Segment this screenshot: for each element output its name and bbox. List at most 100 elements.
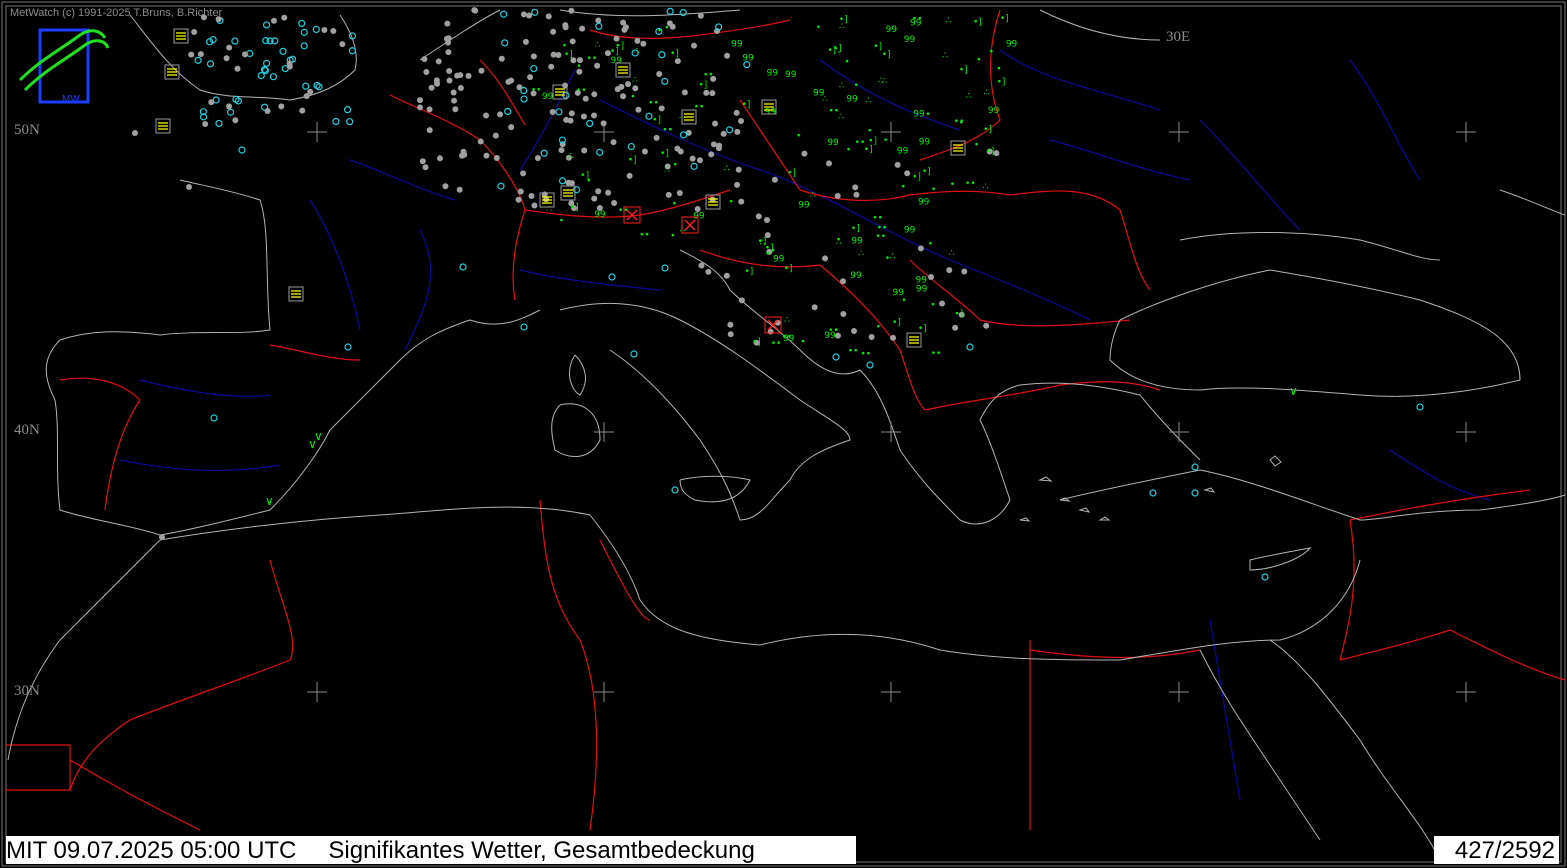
- cloud-cover-icon: [234, 65, 241, 72]
- drizzle-symbol-icon: ••: [828, 106, 839, 116]
- clear-sky-icon: [586, 119, 594, 128]
- drizzle-symbol-icon: 99: [798, 200, 810, 210]
- cloud-cover-icon: [851, 327, 858, 334]
- cloud-cover-icon: [621, 26, 628, 33]
- cloud-cover-icon: [595, 188, 602, 195]
- clear-sky-icon: [263, 59, 271, 67]
- cloud-cover-icon: [527, 74, 534, 81]
- rain-shower-symbol-icon: ∨: [308, 437, 317, 451]
- drizzle-symbol-icon: •]: [864, 145, 873, 155]
- cloud-cover-icon: [307, 88, 314, 95]
- drizzle-symbol-icon: 99: [893, 288, 905, 298]
- weather-map[interactable]: MW ∴•]•••∴••••99•••99•]•••]•••]•]99∴99∴9…: [0, 0, 1567, 868]
- clear-sky-icon: [313, 81, 321, 90]
- cloud-cover-icon: [433, 77, 440, 84]
- cloud-cover-icon: [618, 83, 625, 90]
- grid-label-30n: 30N: [14, 683, 40, 699]
- drizzle-symbol-icon: ••: [931, 349, 942, 359]
- cloud-cover-icon: [625, 81, 632, 88]
- clear-sky-icon: [866, 361, 874, 369]
- cloud-cover-icon: [681, 89, 688, 96]
- cloud-cover-icon: [478, 67, 485, 74]
- weather-map-window: MW ∴ •] • •• ∴ •• • • 99 • • • 99 •] •• •] •• •] •] 99 ∴ 99 ∴ 9…: [0, 0, 1567, 868]
- drizzle-symbol-icon: •: [950, 180, 955, 190]
- drizzle-symbol-icon: •: [586, 176, 591, 186]
- cloud-cover-icon: [492, 132, 499, 139]
- cloud-cover-icon: [580, 113, 587, 120]
- drizzle-symbol-icon: •]: [833, 44, 842, 54]
- drizzle-symbol-icon: 99: [765, 107, 777, 117]
- drizzle-symbol-icon: •: [576, 62, 581, 72]
- cloud-cover-icon: [299, 107, 306, 114]
- drizzle-symbol-icon: •: [672, 199, 677, 209]
- drizzle-symbol-icon: ∴: [858, 249, 864, 259]
- cloud-cover-icon: [710, 141, 717, 148]
- copyright-credit: MetWatch (c) 1991-2025 T.Bruns, B.Richte…: [10, 7, 223, 19]
- cloud-cover-icon: [197, 51, 204, 58]
- drizzle-symbol-icon: •: [931, 300, 936, 310]
- cloud-cover-icon: [226, 103, 233, 110]
- clear-sky-icon: [343, 106, 352, 114]
- clear-sky-icon: [679, 9, 687, 17]
- drizzle-symbol-icon: •]: [851, 224, 860, 234]
- drizzle-symbol-icon: 99: [904, 35, 916, 45]
- cloud-cover-icon: [456, 186, 463, 193]
- cloud-cover-icon: [548, 63, 555, 70]
- drizzle-symbol-icon: ∴: [634, 47, 640, 57]
- drizzle-symbol-icon: ••: [848, 346, 859, 356]
- cloud-cover-icon: [472, 7, 479, 14]
- drizzle-symbol-icon: •]: [670, 49, 679, 59]
- drizzle-symbol-icon: ∴: [839, 22, 845, 32]
- drizzle-symbol-icon: ∴: [984, 88, 990, 98]
- fog-symbol-icon: [909, 336, 919, 344]
- cloud-cover-icon: [709, 90, 716, 97]
- cloud-cover-icon: [591, 112, 598, 119]
- clear-sky-icon: [595, 22, 603, 30]
- drizzle-symbol-icon: •: [673, 161, 678, 171]
- cloud-cover-icon: [436, 155, 443, 162]
- drizzle-symbol-icon: •: [931, 185, 936, 195]
- cloud-cover-icon: [840, 310, 847, 317]
- drizzle-symbol-icon: 99: [913, 109, 925, 119]
- cloud-cover-icon: [720, 130, 727, 137]
- cloud-cover-icon: [530, 53, 537, 60]
- cloud-cover-icon: [286, 63, 293, 70]
- drizzle-symbol-icon: ∴: [594, 40, 600, 50]
- clear-sky-icon: [520, 86, 528, 95]
- drizzle-symbol-icon: 99: [731, 39, 743, 49]
- cloud-cover-icon: [669, 23, 676, 30]
- drizzle-symbol-icon: ••: [576, 86, 587, 96]
- clear-sky-icon: [690, 162, 698, 170]
- drizzle-symbol-icon: ••: [875, 232, 886, 242]
- cloud-cover-icon: [528, 193, 535, 200]
- drizzle-symbol-icon: •: [670, 232, 675, 242]
- clear-sky-icon: [540, 149, 548, 157]
- cloud-cover-icon: [339, 41, 346, 48]
- clear-sky-icon: [1191, 463, 1199, 471]
- cloud-cover-icon: [446, 77, 453, 84]
- clear-sky-icon: [504, 107, 512, 116]
- drizzle-symbol-icon: ∴: [983, 182, 989, 192]
- cloud-cover-icon: [733, 109, 740, 116]
- drizzle-symbol-icon: ••: [618, 206, 629, 216]
- cloud-cover-icon: [446, 68, 453, 75]
- coastlines: [7, 9, 1566, 861]
- cloud-cover-icon: [460, 148, 467, 155]
- drizzle-symbol-icon: ••: [703, 71, 714, 81]
- clear-sky-icon: [348, 47, 356, 55]
- drizzle-symbol-icon: 99: [846, 94, 858, 104]
- drizzle-symbol-icon: ••: [531, 86, 542, 96]
- cloud-cover-icon: [852, 184, 859, 191]
- cloud-cover-icon: [483, 112, 490, 119]
- drizzle-symbol-icon: •: [876, 323, 881, 333]
- clear-sky-icon: [312, 25, 320, 34]
- clear-sky-icon: [661, 264, 669, 272]
- drizzle-symbol-icon: 99: [988, 106, 1000, 116]
- clear-sky-icon: [530, 64, 538, 73]
- drizzle-symbol-icon: 99: [851, 237, 863, 247]
- cloud-cover-icon: [454, 72, 461, 79]
- drizzle-symbol-icon: •]: [787, 169, 796, 179]
- drizzle-symbol-icon: •: [854, 81, 859, 91]
- drizzle-symbol-icon: •]: [973, 17, 982, 27]
- clear-sky-icon: [666, 7, 674, 15]
